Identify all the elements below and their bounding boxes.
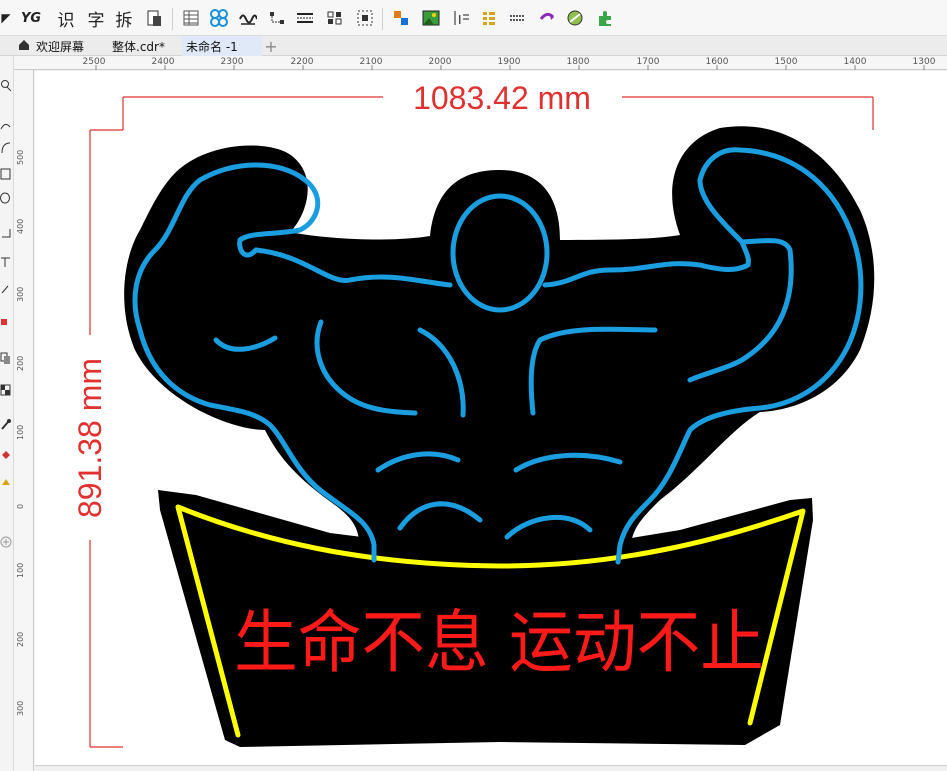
add-tool-icon[interactable] [0, 534, 12, 548]
grid-nodes-icon[interactable] [324, 5, 346, 31]
ruler-label: 2400 [151, 57, 175, 67]
home-icon [18, 39, 30, 54]
add-tab-icon[interactable]: + [262, 36, 280, 56]
lines-icon[interactable] [294, 5, 316, 31]
bottom-scrollbar[interactable] [35, 765, 947, 771]
list-icon[interactable] [478, 5, 500, 31]
image-icon[interactable] [420, 5, 442, 31]
clipboard-icon[interactable] [143, 5, 165, 31]
ruler-label: 2000 [428, 57, 452, 67]
ruler-label: 100 [16, 562, 25, 578]
eyedropper-icon[interactable] [0, 416, 12, 430]
ruler-label: 1900 [497, 57, 521, 67]
fill-icon[interactable] [0, 448, 12, 462]
text-height-icon[interactable]: I [450, 5, 472, 31]
app-window: ◤ YG 识 字 拆 I 欢迎屏幕 整体.cdr* 未命名 -1 + 2500 … [0, 0, 947, 771]
ellipse-icon[interactable] [0, 190, 12, 204]
pattern-icon[interactable] [206, 5, 232, 31]
dots-icon[interactable] [506, 5, 528, 31]
ruler-label: 1800 [566, 57, 590, 67]
pick-icon[interactable]: ◤ [0, 5, 12, 31]
horizontal-ruler[interactable]: 2500 2400 2300 2200 2100 2000 1900 1800 … [14, 56, 947, 70]
ruler-label: 300 [16, 286, 25, 302]
rectangle-icon[interactable] [0, 166, 12, 180]
ruler-label: 2500 [82, 57, 106, 67]
svg-text:I: I [458, 13, 462, 27]
ruler-label: 2300 [220, 57, 244, 67]
ruler-label: 200 [16, 355, 25, 371]
transparency-icon[interactable] [0, 382, 12, 396]
ruler-label: 1300 [912, 57, 936, 67]
drawing-canvas[interactable]: 1083.42 mm 891.38 mm 生命不息 运动不止 [35, 71, 947, 771]
tab-welcome[interactable]: 欢迎屏幕 [14, 36, 88, 56]
ruler-label: 2100 [359, 57, 383, 67]
ruler-label: 2200 [290, 57, 314, 67]
vertical-ruler[interactable]: 500 400 300 200 100 0 100 200 300 [14, 70, 34, 771]
wave-icon[interactable] [237, 5, 259, 31]
toolbox [0, 56, 14, 771]
ruler-label: 500 [16, 149, 25, 165]
table-icon[interactable] [180, 5, 202, 31]
main-toolbar: ◤ YG 识 字 拆 I [0, 0, 947, 36]
ruler-label: 1700 [636, 57, 660, 67]
ruler-label: 1400 [843, 57, 867, 67]
ruler-label: 300 [16, 700, 25, 716]
zoom-icon[interactable] [0, 78, 12, 92]
transform-icon[interactable] [536, 5, 558, 31]
tab-label: 欢迎屏幕 [36, 39, 85, 54]
text-tool-icon[interactable] [0, 254, 12, 268]
ruler-label: 100 [16, 424, 25, 440]
ruler-label: 0 [16, 503, 25, 509]
nodes-icon[interactable] [266, 5, 288, 31]
banner-slogan: 生命不息 运动不止 [234, 604, 764, 683]
puzzle-icon[interactable] [594, 5, 616, 31]
curve-icon[interactable] [0, 140, 12, 154]
connector-icon[interactable] [0, 314, 12, 328]
shadow-icon[interactable] [0, 350, 12, 364]
ruler-label: 400 [16, 218, 25, 234]
split-button[interactable]: 拆 [113, 5, 135, 31]
parallel-icon[interactable] [0, 282, 12, 296]
text-button[interactable]: 字 [85, 5, 107, 31]
tab-untitled[interactable]: 未命名 -1 [182, 36, 262, 56]
ruler-label: 1500 [774, 57, 798, 67]
select-frame-icon[interactable] [354, 5, 376, 31]
document-tabs: 欢迎屏幕 整体.cdr* 未命名 -1 + [0, 36, 947, 56]
ruler-label: 1600 [705, 57, 729, 67]
yg-plugin-button[interactable]: YG [18, 5, 44, 31]
ruler-label: 200 [16, 631, 25, 647]
recognize-button[interactable]: 识 [55, 5, 77, 31]
tab-document[interactable]: 整体.cdr* [108, 36, 169, 56]
tab-label: 整体.cdr* [112, 39, 165, 54]
freehand-icon[interactable] [0, 118, 12, 132]
tab-label: 未命名 -1 [186, 39, 238, 54]
polygon-icon[interactable] [0, 224, 12, 238]
align-icon[interactable] [390, 5, 412, 31]
drawing-artwork[interactable]: 1083.42 mm 891.38 mm 生命不息 运动不止 [35, 71, 947, 771]
outline-icon[interactable] [0, 474, 12, 488]
width-dimension-label: 1083.42 mm [413, 80, 591, 116]
height-dimension-label: 891.38 mm [72, 358, 108, 518]
bodybuilder-shape[interactable] [124, 126, 875, 555]
ball-icon[interactable] [564, 5, 586, 31]
